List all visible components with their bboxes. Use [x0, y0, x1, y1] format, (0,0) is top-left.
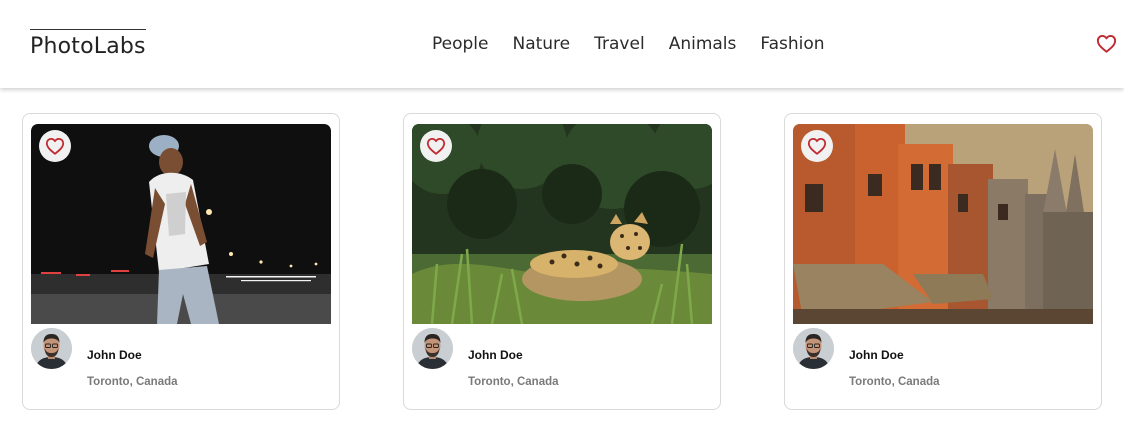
photographer-location: Toronto, Canada [849, 376, 940, 388]
topic-animals[interactable]: Animals [669, 34, 737, 54]
favourite-button[interactable] [420, 130, 452, 162]
heart-outline-icon [807, 137, 827, 155]
photographer-name: John Doe [849, 348, 904, 362]
photographer-name: John Doe [87, 348, 142, 362]
photo-card[interactable]: John Doe Toronto, Canada [403, 113, 721, 410]
topic-list: People Nature Travel Animals Fashion [432, 34, 825, 54]
avatar [31, 328, 72, 369]
topic-people[interactable]: People [432, 34, 488, 54]
photographer-location: Toronto, Canada [87, 376, 178, 388]
app-logo[interactable]: PhotoLabs [30, 29, 146, 59]
photo-image[interactable] [412, 124, 712, 324]
photographer-location: Toronto, Canada [468, 376, 559, 388]
photographer-name: John Doe [468, 348, 523, 362]
photo-card[interactable]: John Doe Toronto, Canada [22, 113, 340, 410]
topic-nature[interactable]: Nature [512, 34, 570, 54]
favourites-heart-icon[interactable] [1096, 34, 1117, 53]
favourite-button[interactable] [801, 130, 833, 162]
photo-image[interactable] [793, 124, 1093, 324]
top-navigation-bar: PhotoLabs People Nature Travel Animals F… [0, 0, 1124, 88]
heart-outline-icon [426, 137, 446, 155]
topic-fashion[interactable]: Fashion [760, 34, 824, 54]
favourite-button[interactable] [39, 130, 71, 162]
avatar [793, 328, 834, 369]
avatar [412, 328, 453, 369]
photo-card[interactable]: John Doe Toronto, Canada [784, 113, 1102, 410]
topic-travel[interactable]: Travel [594, 34, 645, 54]
photo-image[interactable] [31, 124, 331, 324]
heart-outline-icon [45, 137, 65, 155]
